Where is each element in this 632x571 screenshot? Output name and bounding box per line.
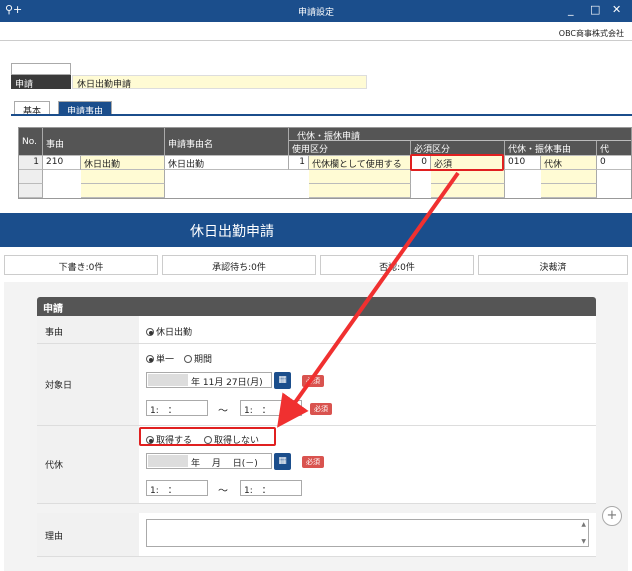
- annotation-arrow: [277, 171, 460, 428]
